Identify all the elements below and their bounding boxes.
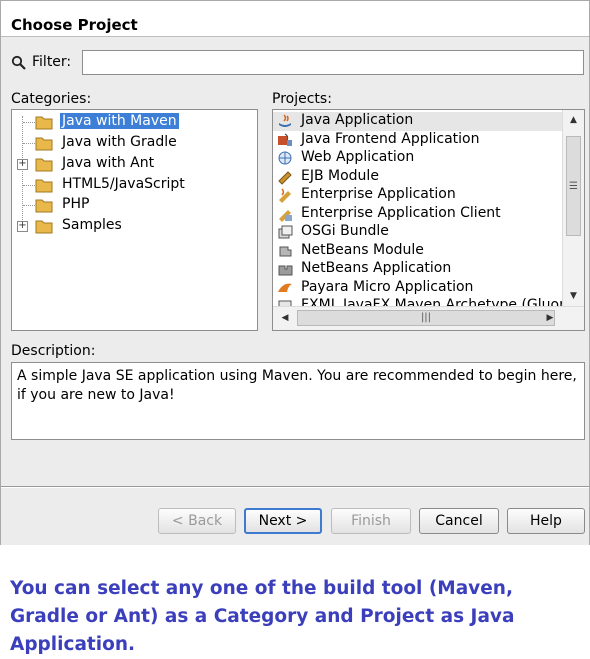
project-label: Java Application: [301, 112, 414, 128]
category-label: Samples: [62, 217, 122, 233]
filter-input[interactable]: [82, 50, 584, 75]
enterprise-app-icon: [279, 188, 291, 203]
project-label: Web Application: [301, 149, 415, 165]
category-item-java-ant[interactable]: + Java with Ant: [12, 154, 252, 174]
category-label: Java with Maven: [60, 113, 179, 129]
category-item-html5[interactable]: HTML5/JavaScript: [12, 175, 252, 195]
dialog-header: Choose Project: [1, 1, 589, 37]
categories-tree[interactable]: Java with Maven Java with Gradle + Java …: [11, 109, 258, 331]
java-app-icon: [279, 114, 291, 127]
help-button[interactable]: Help: [507, 508, 585, 534]
category-item-java-gradle[interactable]: Java with Gradle: [12, 133, 252, 153]
project-label: Java Frontend Application: [301, 130, 480, 147]
project-item-java-frontend[interactable]: Java Frontend Application: [273, 131, 562, 150]
back-button[interactable]: < Back: [158, 508, 236, 534]
project-item-netbeans-module[interactable]: NetBeans Module: [273, 242, 562, 261]
folder-icon: [35, 158, 53, 172]
project-label: Payara Micro Application: [301, 278, 474, 295]
project-label: Enterprise Application Client: [301, 204, 501, 221]
expand-plus-icon[interactable]: +: [17, 221, 28, 232]
search-icon: [11, 55, 26, 70]
category-label: PHP: [62, 196, 90, 212]
project-label: NetBeans Application: [301, 260, 452, 276]
project-label: OSGi Bundle: [301, 223, 389, 239]
ejb-module-icon: [278, 170, 292, 185]
scroll-left-arrow-icon[interactable]: ◀: [277, 310, 293, 326]
finish-button[interactable]: Finish: [331, 508, 411, 534]
project-item-ejb-module[interactable]: EJB Module: [273, 168, 562, 187]
category-label: HTML5/JavaScript: [62, 176, 185, 192]
filter-label: Filter:: [32, 54, 72, 70]
scroll-down-arrow-icon[interactable]: ▼: [563, 288, 584, 304]
description-label: Description:: [11, 343, 96, 359]
project-item-web-application[interactable]: Web Application: [273, 149, 562, 168]
button-separator: [1, 486, 589, 488]
projects-list[interactable]: Java Application Java Frontend Applicati…: [272, 109, 585, 331]
netbeans-app-icon: [278, 265, 293, 276]
project-item-java-application[interactable]: Java Application: [273, 112, 562, 131]
vertical-scrollbar[interactable]: ▲ ☰ ▼: [562, 110, 584, 306]
caption-text: You can select any one of the build tool…: [10, 578, 515, 655]
category-label: Java with Ant: [62, 155, 155, 171]
enterprise-client-icon: [279, 209, 292, 222]
project-item-fxml-javafx[interactable]: FXML JavaFX Maven Archetype (Gluon): [273, 297, 562, 306]
project-label: NetBeans Module: [301, 241, 424, 258]
netbeans-module-icon: [279, 246, 292, 256]
fxml-icon: [278, 300, 292, 306]
horizontal-scroll-thumb[interactable]: |||: [297, 310, 555, 326]
project-label: FXML JavaFX Maven Archetype (Gluon): [301, 297, 562, 306]
projects-label: Projects:: [272, 91, 332, 107]
folder-icon: [35, 179, 53, 193]
horizontal-scrollbar[interactable]: ◀ ||| ▶: [273, 306, 584, 330]
payara-icon: [278, 283, 292, 292]
category-item-samples[interactable]: + Samples: [12, 216, 252, 236]
next-button[interactable]: Next >: [244, 508, 322, 534]
categories-label: Categories:: [11, 91, 92, 107]
project-label: Enterprise Application: [301, 186, 456, 202]
scroll-right-arrow-icon[interactable]: ▶: [542, 310, 558, 326]
project-item-payara-micro[interactable]: Payara Micro Application: [273, 279, 562, 298]
project-item-enterprise-client[interactable]: Enterprise Application Client: [273, 205, 562, 224]
new-project-dialog: Choose Project Filter: Categories: Proje…: [0, 0, 590, 545]
projects-list-viewport: Java Application Java Frontend Applicati…: [273, 110, 562, 306]
folder-icon: [35, 116, 53, 130]
project-label: EJB Module: [301, 167, 379, 184]
cancel-button[interactable]: Cancel: [419, 508, 499, 534]
project-item-enterprise-application[interactable]: Enterprise Application: [273, 186, 562, 205]
project-item-netbeans-application[interactable]: NetBeans Application: [273, 260, 562, 279]
frontend-app-icon: [278, 133, 292, 146]
category-label: Java with Gradle: [62, 134, 177, 150]
page-title: Choose Project: [11, 16, 138, 34]
vertical-scroll-thumb[interactable]: ☰: [566, 136, 581, 236]
project-item-osgi-bundle[interactable]: OSGi Bundle: [273, 223, 562, 242]
description-text: A simple Java SE application using Maven…: [11, 362, 585, 440]
folder-icon: [35, 220, 53, 234]
osgi-bundle-icon: [278, 225, 293, 239]
folder-icon: [35, 199, 53, 213]
category-item-java-maven[interactable]: Java with Maven: [12, 112, 252, 132]
scroll-up-arrow-icon[interactable]: ▲: [563, 112, 584, 128]
expand-plus-icon[interactable]: +: [17, 159, 28, 170]
web-app-icon: [278, 151, 292, 165]
folder-icon: [35, 137, 53, 151]
category-item-php[interactable]: PHP: [12, 195, 252, 215]
